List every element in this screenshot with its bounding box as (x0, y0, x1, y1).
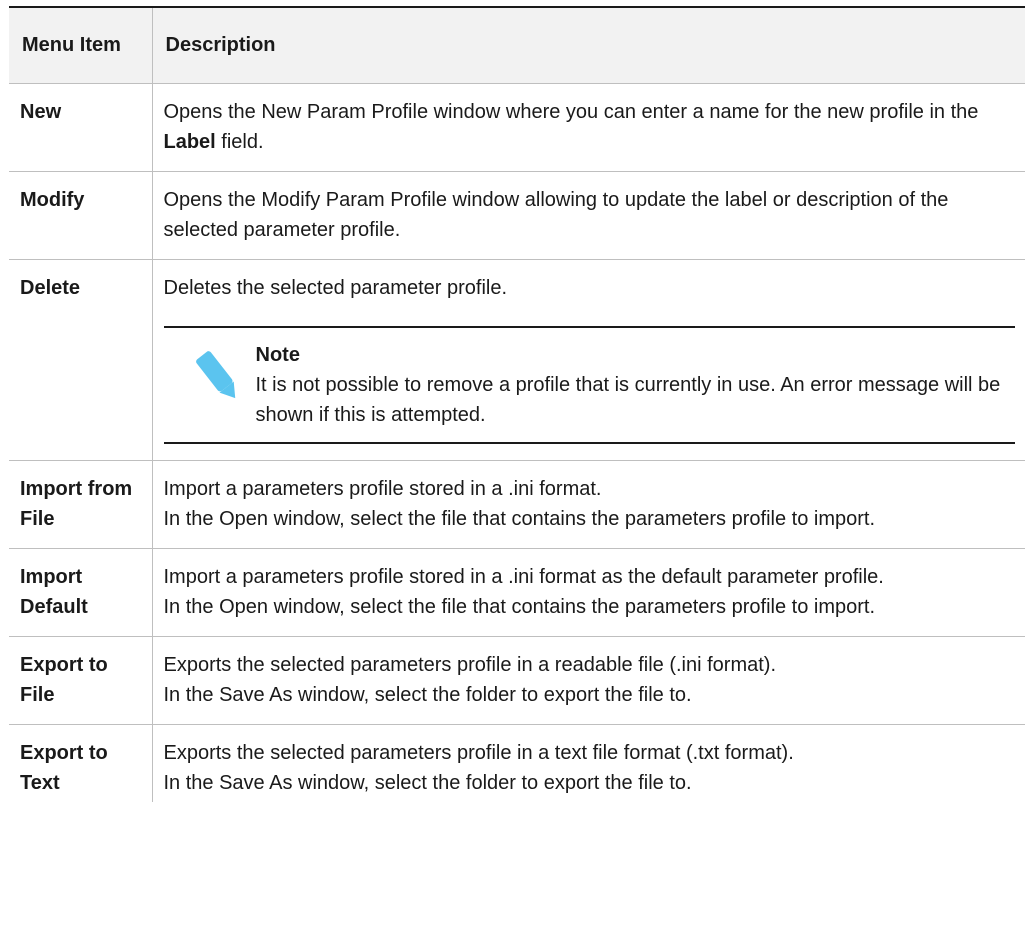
description-line: Exports the selected parameters profile … (163, 741, 794, 764)
table-header-row: Menu Item Description (9, 7, 1025, 84)
table-row: Export to Text Exports the selected para… (9, 724, 1025, 802)
table-row: Delete Deletes the selected parameter pr… (9, 259, 1025, 461)
table-row: Export to File Exports the selected para… (9, 636, 1025, 725)
menu-item-name: Delete (9, 259, 153, 461)
table-row: Import from File Import a parameters pro… (9, 460, 1025, 549)
menu-item-description: Exports the selected parameters profile … (152, 724, 1025, 802)
menu-item-description: Opens the New Param Profile window where… (152, 83, 1025, 172)
menu-item-name: Export to File (9, 636, 153, 725)
table-row: Modify Opens the Modify Param Profile wi… (9, 171, 1025, 260)
menu-item-description: Import a parameters profile stored in a … (152, 548, 1025, 637)
column-header-menu-item: Menu Item (9, 7, 153, 84)
note-text: It is not possible to remove a profile t… (255, 373, 1001, 426)
description-line: Import a parameters profile stored in a … (163, 477, 602, 500)
menu-item-name: Modify (9, 171, 153, 260)
description-line: Exports the selected parameters profile … (163, 653, 777, 676)
menu-item-description: Opens the Modify Param Profile window al… (152, 171, 1025, 260)
description-line: In the Open window, select the file that… (163, 507, 876, 530)
menu-item-name: New (9, 83, 153, 172)
menu-items-table: Menu Item Description New Opens the New … (9, 6, 1025, 802)
pencil-icon (195, 350, 235, 398)
note-title: Note (255, 343, 300, 366)
column-header-description: Description (152, 7, 1025, 84)
menu-item-name: Export to Text (9, 724, 153, 802)
description-line: In the Save As window, select the folder… (163, 771, 692, 794)
menu-item-description: Exports the selected parameters profile … (152, 636, 1025, 725)
table-row: Import Default Import a parameters profi… (9, 548, 1025, 637)
menu-item-name: Import from File (9, 460, 153, 549)
description-line: In the Save As window, select the folder… (163, 683, 692, 706)
note-box: Note It is not possible to remove a prof… (163, 325, 1015, 444)
label-field-name: Label (163, 130, 216, 153)
description-line: In the Open window, select the file that… (163, 595, 876, 618)
menu-item-description: Import a parameters profile stored in a … (152, 460, 1025, 549)
description-text: Opens the Modify Param Profile window al… (163, 188, 949, 241)
description-line: Import a parameters profile stored in a … (163, 565, 884, 588)
menu-item-description: Deletes the selected parameter profile. … (152, 259, 1025, 461)
description-text: Deletes the selected parameter profile. (163, 276, 508, 299)
description-text: field. (215, 130, 264, 153)
table-row: New Opens the New Param Profile window w… (9, 83, 1025, 172)
description-text: Opens the New Param Profile window where… (163, 100, 979, 123)
menu-item-name: Import Default (9, 548, 153, 637)
